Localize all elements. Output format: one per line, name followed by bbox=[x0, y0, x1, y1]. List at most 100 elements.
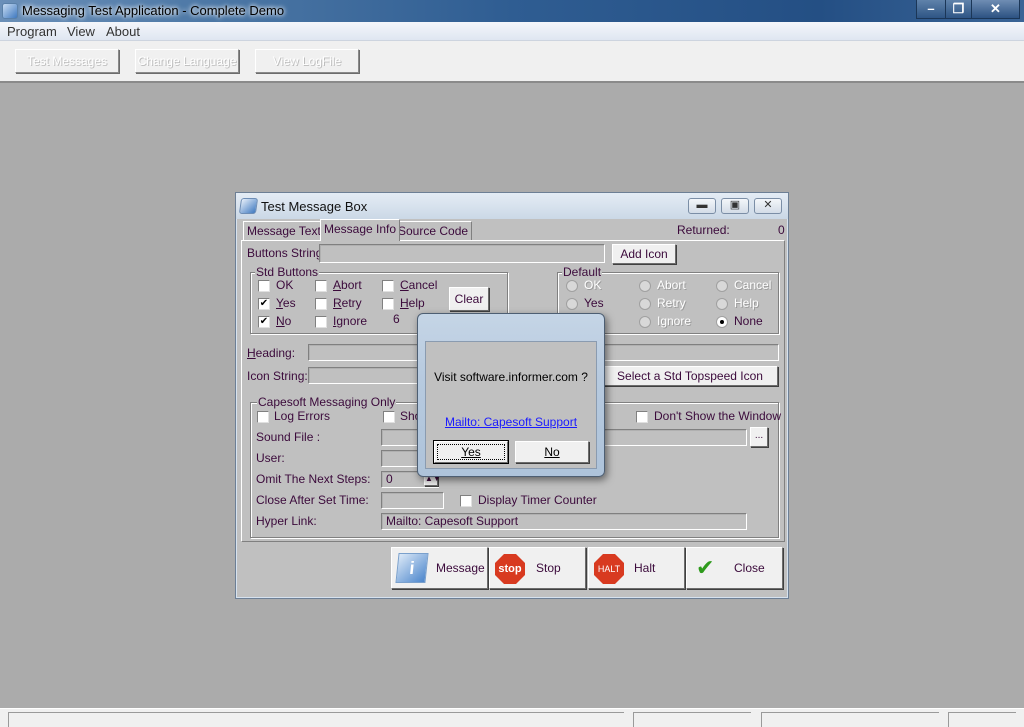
dont-show-window-label: Don't Show the Window bbox=[654, 409, 782, 423]
select-std-icon-button[interactable]: Select a Std Topspeed Icon bbox=[602, 366, 778, 386]
default-ok-radio[interactable] bbox=[566, 280, 578, 292]
add-icon-button[interactable]: Add Icon bbox=[612, 244, 676, 264]
menu-about[interactable]: About bbox=[106, 24, 140, 39]
msgbox-app-icon bbox=[238, 198, 259, 214]
std-abort-label: Abort bbox=[333, 278, 362, 292]
capesoft-title: Capesoft Messaging Only bbox=[257, 395, 397, 409]
default-cancel-radio[interactable] bbox=[716, 280, 728, 292]
display-timer-label: Display Timer Counter bbox=[478, 493, 597, 507]
close-after-time-label: Close After Set Time: bbox=[256, 493, 369, 507]
msgbox-restore-button[interactable]: ▣ bbox=[721, 198, 749, 214]
dialog-mailto-link[interactable]: Mailto: Capesoft Support bbox=[426, 415, 596, 429]
std-buttons-title: Std Buttons bbox=[255, 265, 320, 279]
message-button-label: Message bbox=[436, 561, 485, 575]
tab-message-text[interactable]: Message Text bbox=[243, 221, 325, 241]
std-abort-checkbox[interactable] bbox=[315, 280, 327, 292]
msgbox-title-bar: Test Message Box ▬ ▣ ✕ bbox=[236, 193, 788, 219]
default-abort-radio[interactable] bbox=[639, 280, 651, 292]
menu-view[interactable]: View bbox=[67, 24, 95, 39]
restore-button[interactable]: ❐ bbox=[945, 0, 972, 19]
app-title-bar: Messaging Test Application - Complete De… bbox=[0, 0, 1024, 22]
hyperlink-input[interactable]: Mailto: Capesoft Support bbox=[381, 513, 747, 530]
view-logfile-button[interactable]: View LogFile bbox=[255, 49, 359, 73]
dialog-no-label: No bbox=[544, 445, 560, 459]
heading-label: Heading: bbox=[247, 346, 296, 360]
menu-bar: Program View About bbox=[0, 22, 1024, 41]
std-ok-checkbox[interactable] bbox=[258, 280, 270, 292]
std-help-label: Help bbox=[400, 296, 425, 310]
close-msgbox-button[interactable]: ✔ Close bbox=[686, 547, 783, 589]
default-yes-label: Yes bbox=[584, 296, 604, 310]
default-ok-label: OK bbox=[584, 278, 602, 292]
std-no-checkbox[interactable]: ✔ bbox=[258, 316, 270, 328]
clear-button[interactable]: Clear bbox=[449, 287, 489, 311]
buttons-string-label: Buttons String: bbox=[247, 246, 326, 260]
halt-button-label: Halt bbox=[634, 561, 656, 575]
app-icon bbox=[2, 3, 18, 19]
std-help-checkbox[interactable] bbox=[382, 298, 394, 310]
default-help-radio[interactable] bbox=[716, 298, 728, 310]
std-yes-label: Yes bbox=[276, 296, 296, 310]
minimize-button[interactable]: – bbox=[916, 0, 946, 19]
halt-icon: HALT bbox=[594, 554, 624, 584]
log-errors-checkbox[interactable] bbox=[257, 411, 269, 423]
icon-string-label: Icon String: bbox=[247, 369, 308, 383]
default-retry-radio[interactable] bbox=[639, 298, 651, 310]
toolbar: Test Messages Change Language View LogFi… bbox=[0, 41, 1024, 83]
sound-file-label: Sound File : bbox=[256, 430, 321, 444]
stop-icon: stop bbox=[495, 554, 525, 584]
menu-program[interactable]: Program bbox=[7, 24, 57, 39]
dialog-message: Visit software.informer.com ? bbox=[434, 370, 588, 384]
user-label: User: bbox=[256, 451, 285, 465]
default-none-label: None bbox=[734, 314, 763, 328]
display-timer-checkbox[interactable] bbox=[460, 495, 472, 507]
status-cell-4 bbox=[948, 712, 1016, 727]
info-icon: i bbox=[395, 553, 429, 583]
std-no-label: No bbox=[276, 314, 292, 328]
browse-sound-file-button[interactable]: ... bbox=[750, 427, 768, 447]
message-button[interactable]: i Message bbox=[391, 547, 488, 589]
default-retry-label: Retry bbox=[657, 296, 686, 310]
std-retry-checkbox[interactable] bbox=[315, 298, 327, 310]
msgbox-title: Test Message Box bbox=[261, 199, 368, 214]
status-cell-2 bbox=[633, 712, 751, 727]
dialog-no-button[interactable]: No bbox=[515, 441, 589, 463]
tab-message-info[interactable]: Message Info bbox=[320, 219, 401, 241]
buttons-string-input[interactable] bbox=[319, 244, 605, 263]
default-none-radio[interactable] bbox=[716, 316, 728, 328]
dialog-yes-label: Yes bbox=[461, 445, 481, 459]
std-ignore-checkbox[interactable] bbox=[315, 316, 327, 328]
default-yes-radio[interactable] bbox=[566, 298, 578, 310]
msgbox-minimize-button[interactable]: ▬ bbox=[688, 198, 716, 214]
stop-button[interactable]: stop Stop bbox=[489, 547, 586, 589]
std-ok-label: OK bbox=[276, 278, 294, 292]
dialog-yes-button[interactable]: Yes bbox=[434, 441, 508, 463]
close-msgbox-button-label: Close bbox=[734, 561, 765, 575]
dont-show-window-checkbox[interactable] bbox=[636, 411, 648, 423]
show-checkbox[interactable] bbox=[383, 411, 395, 423]
msgbox-close-button[interactable]: ✕ bbox=[754, 198, 782, 214]
tab-source-code[interactable]: Source Code bbox=[394, 221, 473, 241]
test-messages-button[interactable]: Test Messages bbox=[15, 49, 119, 73]
default-abort-label: Abort bbox=[657, 278, 686, 292]
std-retry-label: Retry bbox=[333, 296, 362, 310]
checkmark-icon: ✔ bbox=[696, 555, 715, 580]
change-language-button[interactable]: Change Language bbox=[135, 49, 239, 73]
halt-button[interactable]: HALT Halt bbox=[588, 547, 685, 589]
default-ignore-radio[interactable] bbox=[639, 316, 651, 328]
std-cancel-checkbox[interactable] bbox=[382, 280, 394, 292]
std-cancel-label: Cancel bbox=[400, 278, 438, 292]
default-ignore-label: Ignore bbox=[657, 314, 692, 328]
confirm-dialog: Visit software.informer.com ? Mailto: Ca… bbox=[417, 313, 605, 477]
default-help-label: Help bbox=[734, 296, 759, 310]
omit-steps-label: Omit The Next Steps: bbox=[256, 472, 371, 486]
close-after-time-input[interactable] bbox=[381, 492, 444, 509]
hyperlink-label: Hyper Link: bbox=[256, 514, 317, 528]
std-yes-checkbox[interactable]: ✔ bbox=[258, 298, 270, 310]
returned-value: 0 bbox=[778, 223, 785, 237]
status-cell-1 bbox=[8, 712, 624, 727]
default-title: Default bbox=[562, 265, 603, 279]
returned-label: Returned: bbox=[677, 223, 730, 237]
std-buttons-count: 6 bbox=[393, 312, 400, 326]
close-button[interactable]: ✕ bbox=[971, 0, 1020, 19]
